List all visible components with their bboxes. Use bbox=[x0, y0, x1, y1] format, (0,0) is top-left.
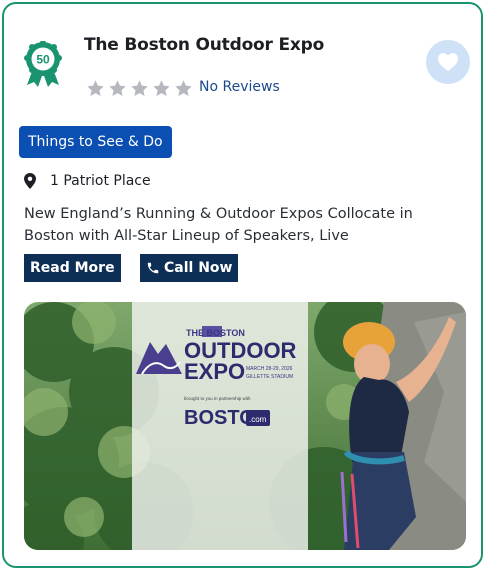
reviews-link[interactable]: No Reviews bbox=[199, 79, 280, 95]
star-icon bbox=[131, 80, 148, 96]
star-icon bbox=[87, 80, 104, 96]
read-more-button[interactable]: Read More bbox=[24, 254, 121, 282]
star-icon bbox=[153, 80, 170, 96]
read-more-label: Read More bbox=[30, 260, 115, 276]
logo-date: MARCH 28-29, 2026 bbox=[246, 366, 293, 372]
logo-the: THE BOSTON bbox=[186, 328, 245, 338]
star-icon bbox=[175, 80, 192, 96]
badge-number: 50 bbox=[36, 53, 50, 67]
listing-description: New England’s Running & Outdoor Expos Co… bbox=[24, 206, 413, 244]
logo-venue: GILLETTE STADIUM bbox=[246, 374, 293, 380]
category-tag[interactable]: Things to See & Do bbox=[19, 126, 172, 158]
address-text: 1 Patriot Place bbox=[50, 173, 151, 189]
logo-expo: EXPO bbox=[184, 359, 245, 384]
address: 1 Patriot Place bbox=[24, 173, 151, 189]
event-photo: THE BOSTON OUTDOOR EXPO MARCH 28-29, 202… bbox=[24, 302, 466, 550]
favorite-button[interactable] bbox=[426, 40, 470, 84]
call-now-button[interactable]: Call Now bbox=[140, 254, 239, 282]
location-pin-icon bbox=[24, 173, 36, 189]
listing-card: 50 The Boston Outdoor Expo No Reviews Th… bbox=[2, 2, 483, 568]
call-now-label: Call Now bbox=[164, 260, 233, 276]
listing-title[interactable]: The Boston Outdoor Expo bbox=[84, 35, 324, 55]
phone-icon bbox=[147, 262, 159, 274]
partner-suffix: .com bbox=[249, 415, 267, 424]
heart-icon bbox=[438, 53, 458, 72]
partner-line: brought to you in partnership with bbox=[184, 396, 251, 401]
rating-stars bbox=[86, 79, 193, 98]
listing-image[interactable]: THE BOSTON OUTDOOR EXPO MARCH 28-29, 202… bbox=[24, 302, 466, 550]
star-icon bbox=[109, 80, 126, 96]
award-badge-icon: 50 bbox=[24, 41, 62, 87]
